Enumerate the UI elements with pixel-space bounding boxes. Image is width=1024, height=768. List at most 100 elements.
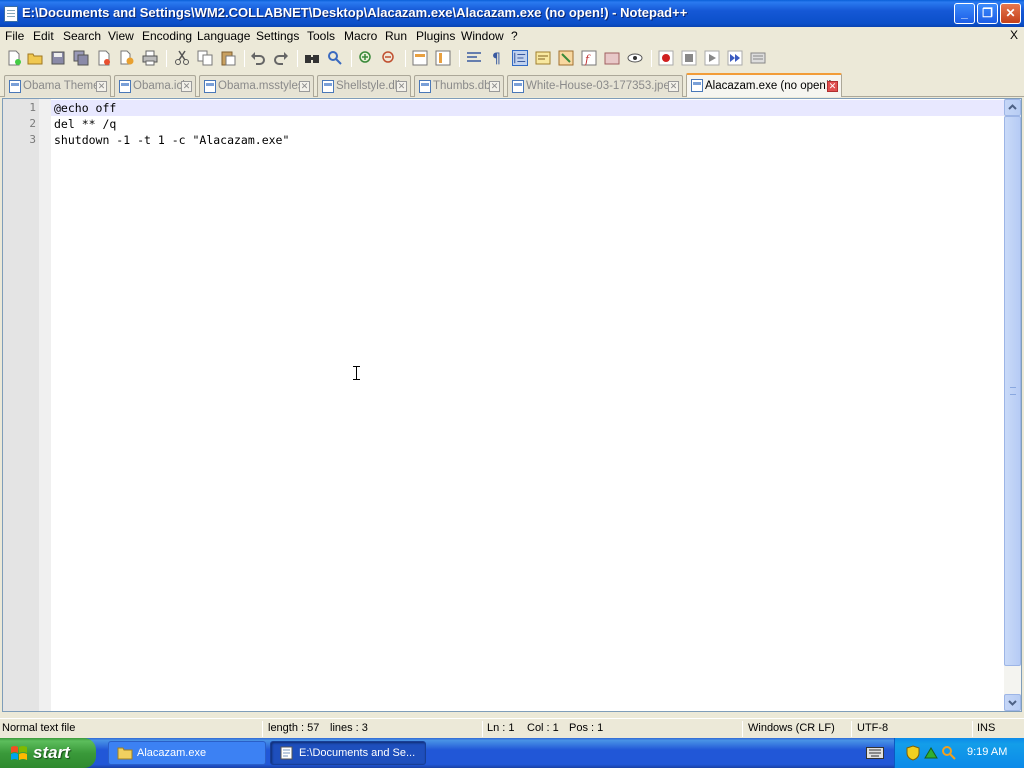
- network-icon[interactable]: [923, 745, 939, 761]
- document-icon: [512, 80, 524, 93]
- zoom-in-icon[interactable]: [358, 50, 374, 66]
- tab-label: Alacazam.exe (no open!): [705, 80, 833, 92]
- function-list-icon[interactable]: f: [581, 50, 597, 66]
- system-clock[interactable]: 9:19 AM: [967, 746, 1007, 758]
- tab-close-icon[interactable]: ✕: [181, 81, 192, 92]
- menu-file[interactable]: File: [5, 29, 24, 43]
- editor-pane: 1 2 3 @echo off del ** /q shutdown -1 -t…: [2, 98, 1022, 712]
- menu-edit[interactable]: Edit: [33, 29, 54, 43]
- scroll-down-button[interactable]: [1004, 694, 1021, 711]
- sync-vertical-icon[interactable]: [412, 50, 428, 66]
- status-line-number: Ln : 1: [487, 722, 515, 734]
- status-file-type: Normal text file: [2, 722, 76, 734]
- scroll-up-button[interactable]: [1004, 99, 1021, 116]
- menu-encoding[interactable]: Encoding: [142, 29, 192, 43]
- menu-settings[interactable]: Settings: [256, 29, 299, 43]
- status-eol-format: Windows (CR LF): [748, 722, 835, 734]
- tab-label: Shellstyle.dll: [336, 80, 400, 92]
- copy-icon[interactable]: [197, 50, 213, 66]
- open-file-icon[interactable]: [27, 50, 43, 66]
- save-macro-icon[interactable]: [750, 50, 766, 66]
- cut-icon[interactable]: [174, 50, 190, 66]
- tab-alacazam-exe[interactable]: Alacazam.exe (no open!) ✕: [686, 73, 842, 97]
- code-line[interactable]: del ** /q: [51, 116, 1005, 132]
- notepadpp-icon[interactable]: [4, 6, 18, 22]
- tab-obama-icl[interactable]: Obama.icl ✕: [114, 75, 196, 97]
- tab-obama-msstyles[interactable]: Obama.msstyles ✕: [199, 75, 314, 97]
- security-shield-icon[interactable]: [905, 745, 921, 761]
- find-icon[interactable]: [304, 50, 320, 66]
- tab-white-house-jpeg[interactable]: White-House-03-177353.jpeg ✕: [507, 75, 683, 97]
- text-cursor-icon: [353, 366, 360, 380]
- save-all-icon[interactable]: [73, 50, 89, 66]
- tab-thumbs-db[interactable]: Thumbs.db ✕: [414, 75, 504, 97]
- scrollbar-thumb[interactable]: [1004, 116, 1021, 666]
- close-all-icon[interactable]: [119, 50, 135, 66]
- new-file-icon[interactable]: [6, 50, 22, 66]
- line-number: 2: [29, 117, 36, 130]
- text-editor[interactable]: @echo off del ** /q shutdown -1 -t 1 -c …: [51, 99, 1005, 711]
- start-button[interactable]: start: [0, 738, 96, 768]
- toolbar-separator: [459, 50, 460, 67]
- chevron-up-icon: [1008, 104, 1017, 110]
- search-icon[interactable]: [941, 745, 957, 761]
- taskbar-button-notepadpp[interactable]: E:\Documents and Se...: [270, 741, 426, 765]
- zoom-out-icon[interactable]: [381, 50, 397, 66]
- code-line[interactable]: shutdown -1 -t 1 -c "Alacazam.exe": [51, 132, 1005, 148]
- toolbar-separator: [297, 50, 298, 67]
- tab-obama-theme[interactable]: Obama Theme ✕: [4, 75, 111, 97]
- menu-tools[interactable]: Tools: [307, 29, 335, 43]
- notepadpp-icon: [280, 746, 293, 760]
- toolbar-separator: [651, 50, 652, 67]
- play-macro-icon[interactable]: [704, 50, 720, 66]
- tab-label: Obama.msstyles: [218, 80, 304, 92]
- minimize-button[interactable]: _: [954, 3, 975, 24]
- user-language-icon[interactable]: [535, 50, 551, 66]
- tab-close-icon[interactable]: ✕: [827, 81, 838, 92]
- maximize-button[interactable]: ❐: [977, 3, 998, 24]
- taskbar-button-alacazam[interactable]: Alacazam.exe: [108, 741, 266, 765]
- redo-icon[interactable]: [273, 50, 289, 66]
- line-number: 3: [29, 133, 36, 146]
- menu-plugins[interactable]: Plugins: [416, 29, 455, 43]
- close-window-button[interactable]: ✕: [1000, 3, 1021, 24]
- undo-icon[interactable]: [250, 50, 266, 66]
- record-macro-icon[interactable]: [658, 50, 674, 66]
- tab-close-icon[interactable]: ✕: [396, 81, 407, 92]
- keyboard-icon[interactable]: [866, 747, 884, 759]
- run-macro-multiple-icon[interactable]: [727, 50, 743, 66]
- tab-close-icon[interactable]: ✕: [299, 81, 310, 92]
- menu-window[interactable]: Window: [461, 29, 504, 43]
- sync-horizontal-icon[interactable]: [435, 50, 451, 66]
- doc-map-icon[interactable]: [558, 50, 574, 66]
- folder-workspace-icon[interactable]: [604, 50, 620, 66]
- status-encoding: UTF-8: [857, 722, 889, 734]
- vertical-scrollbar[interactable]: [1004, 99, 1021, 711]
- menu-view[interactable]: View: [108, 29, 134, 43]
- menu-help[interactable]: ?: [511, 29, 518, 43]
- save-icon[interactable]: [50, 50, 66, 66]
- code-line[interactable]: @echo off: [51, 100, 1005, 116]
- fold-margin[interactable]: [39, 99, 51, 711]
- stop-macro-icon[interactable]: [681, 50, 697, 66]
- paste-icon[interactable]: [220, 50, 236, 66]
- status-separator: [262, 721, 263, 737]
- indent-guide-icon[interactable]: [512, 50, 528, 66]
- print-icon[interactable]: [142, 50, 158, 66]
- word-wrap-icon[interactable]: [466, 50, 482, 66]
- tab-close-icon[interactable]: ✕: [489, 81, 500, 92]
- menu-macro[interactable]: Macro: [344, 29, 377, 43]
- close-document-button[interactable]: X: [1010, 28, 1018, 42]
- replace-icon[interactable]: [327, 50, 343, 66]
- menu-search[interactable]: Search: [63, 29, 101, 43]
- menu-language[interactable]: Language: [197, 29, 250, 43]
- close-icon[interactable]: [96, 50, 112, 66]
- tab-shellstyle-dll[interactable]: Shellstyle.dll ✕: [317, 75, 411, 97]
- menu-run[interactable]: Run: [385, 29, 407, 43]
- show-all-chars-icon[interactable]: ¶: [489, 50, 505, 66]
- tab-close-icon[interactable]: ✕: [96, 81, 107, 92]
- monitoring-icon[interactable]: [627, 50, 643, 66]
- document-icon: [119, 80, 131, 93]
- document-icon: [691, 79, 703, 92]
- tab-close-icon[interactable]: ✕: [668, 81, 679, 92]
